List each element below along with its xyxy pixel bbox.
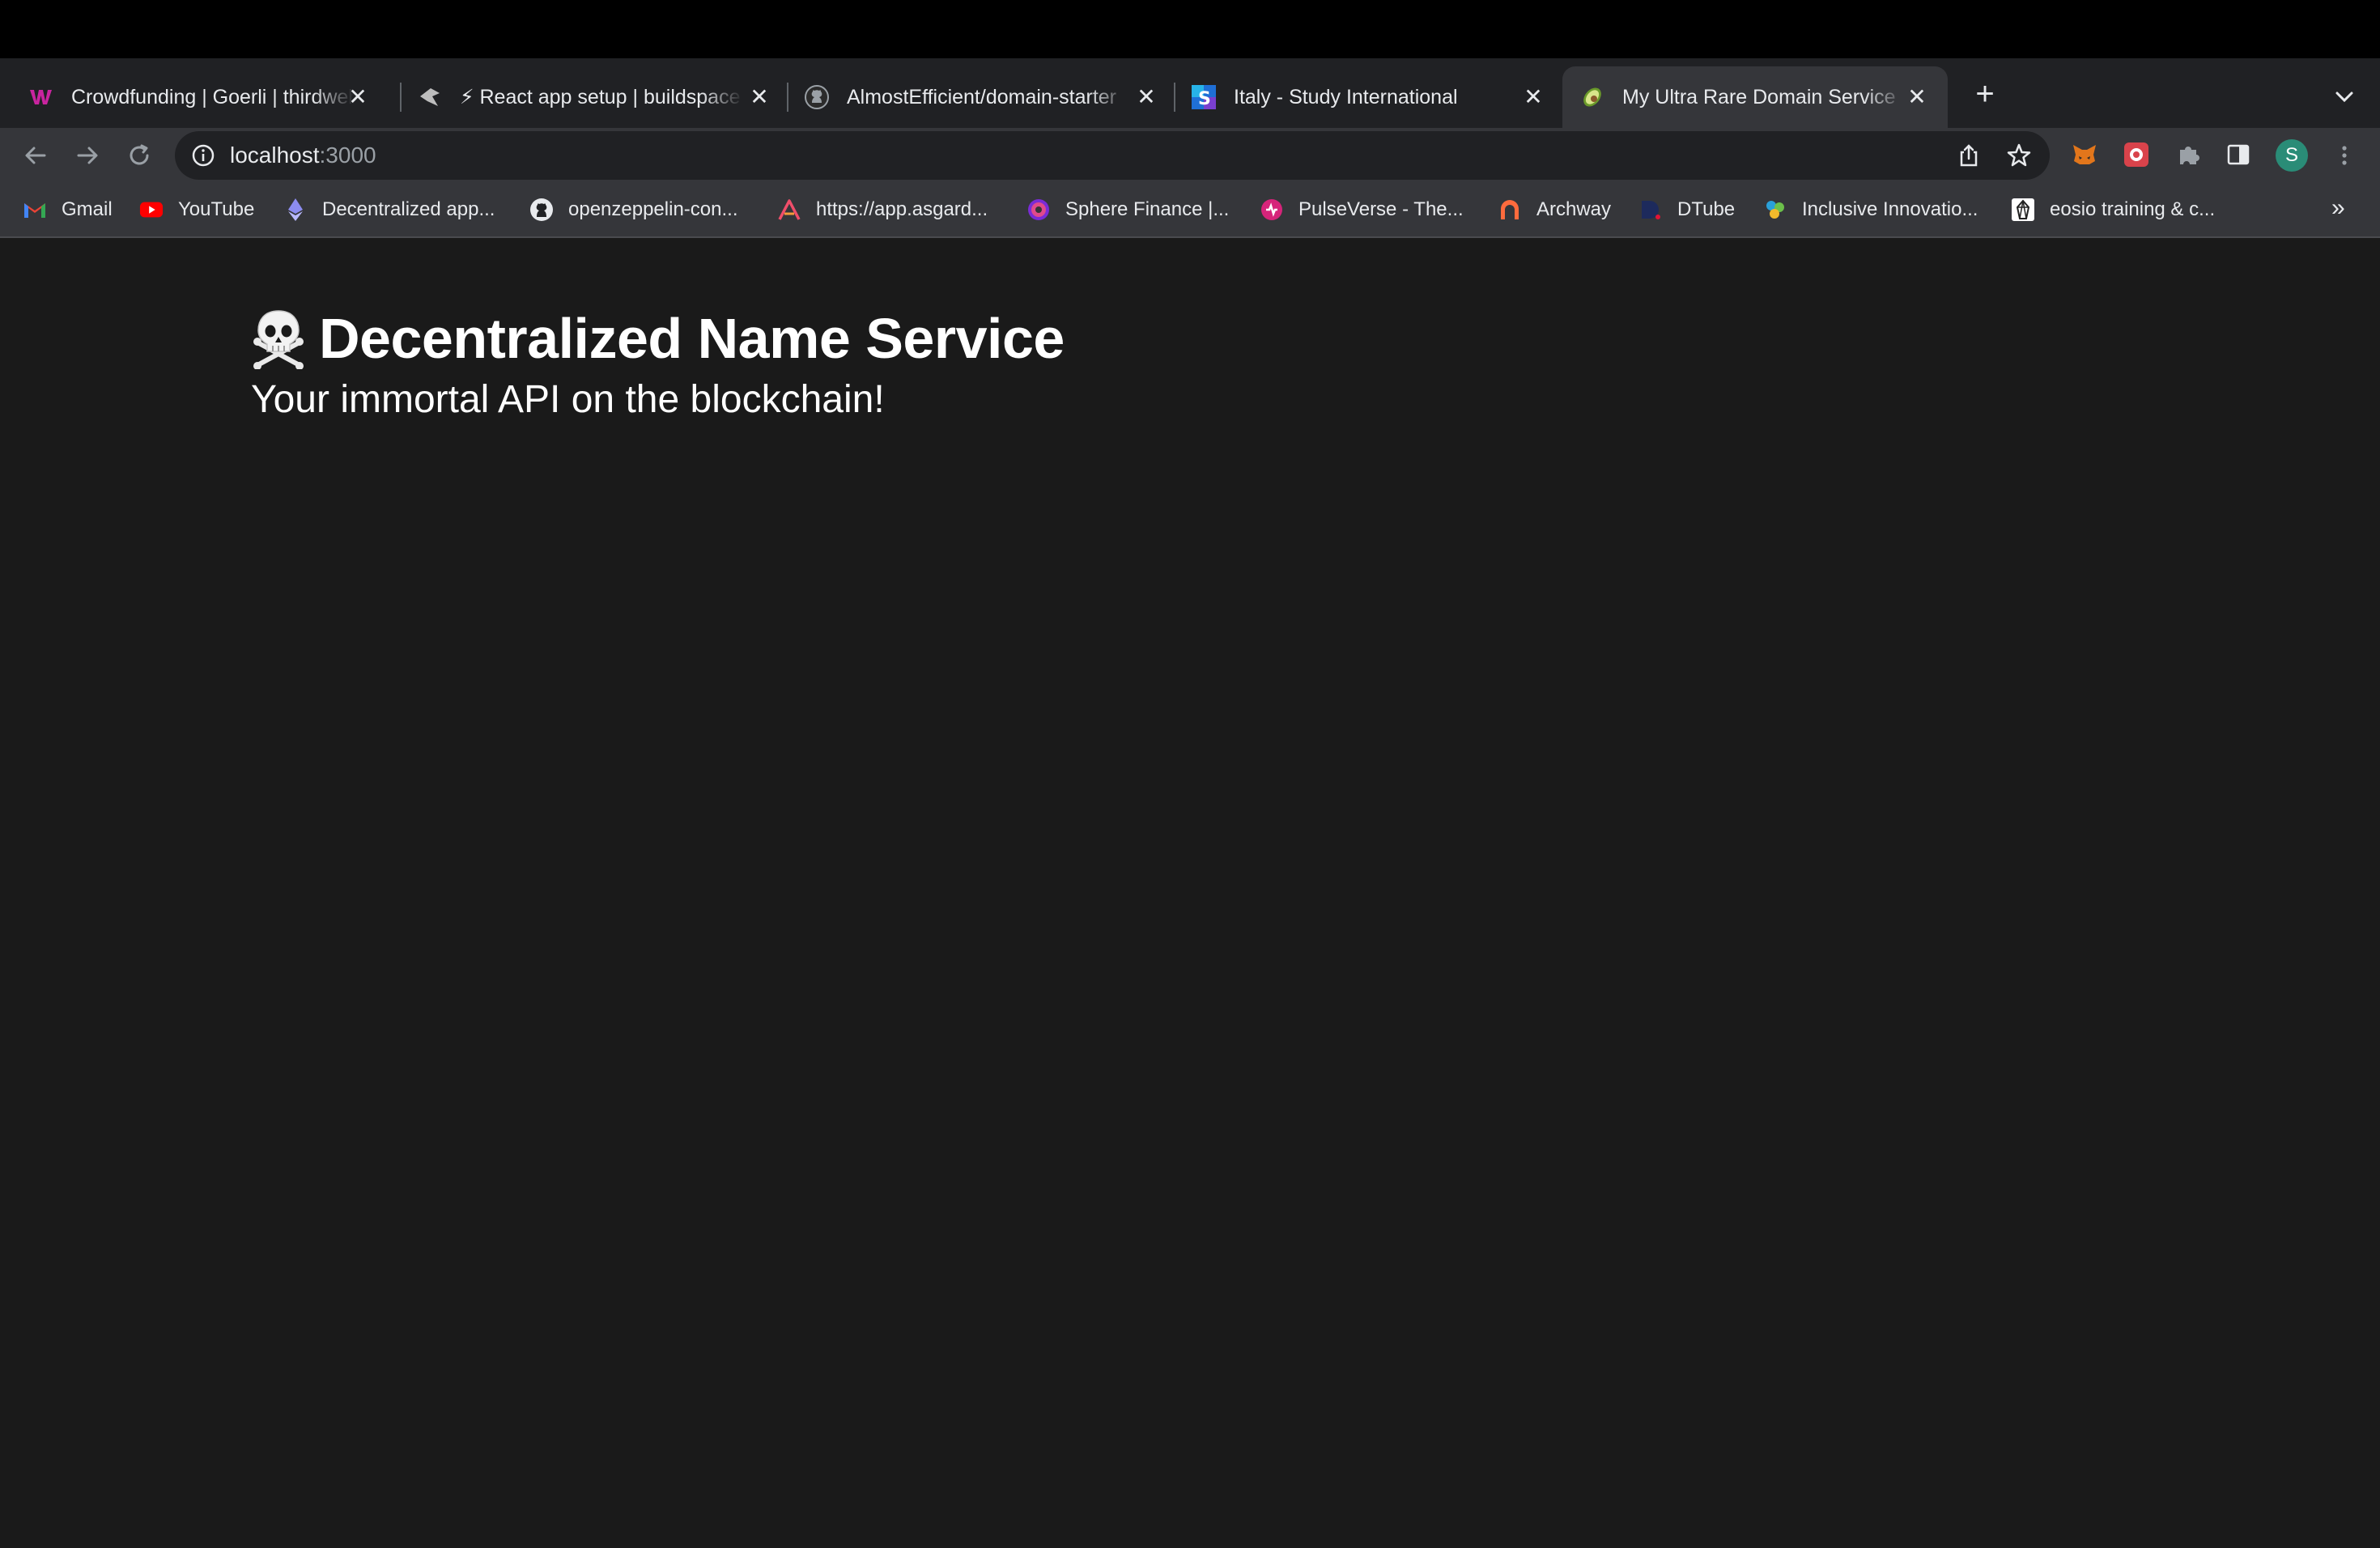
profile-avatar[interactable]: S (2276, 139, 2308, 172)
gmail-icon (23, 198, 47, 222)
bookmark-openzeppelin[interactable]: openzeppelin-con... (529, 194, 737, 225)
bookmark-pulseverse[interactable]: PulseVerse - The... (1260, 194, 1464, 225)
tab-title: My Ultra Rare Domain Service (1622, 85, 1896, 108)
bookmark-decentralized-app[interactable]: Decentralized app... (283, 194, 495, 225)
sphere-icon (1026, 198, 1051, 222)
bookmark-eosio[interactable]: eosio training & c... (2011, 194, 2215, 225)
tab-italy-study[interactable]: S Italy - Study International ✕ (1177, 66, 1564, 128)
tab-search-chevron-icon[interactable] (2330, 83, 2359, 112)
pulseverse-icon (1260, 198, 1284, 222)
bookmark-star-icon[interactable] (2006, 142, 2032, 168)
bookmark-inclusive-innovation[interactable]: Inclusive Innovatio... (1763, 194, 1978, 225)
tab-separator (400, 83, 402, 112)
tab-github-domain-starter[interactable]: AlmostEfficient/domain-starter ✕ (790, 66, 1177, 128)
site-info-icon[interactable] (191, 143, 215, 168)
tab-separator (1174, 83, 1175, 112)
bookmark-archway[interactable]: Archway (1498, 194, 1611, 225)
bookmark-asgard[interactable]: https://app.asgard... (777, 194, 988, 225)
study-international-icon: S (1192, 85, 1216, 109)
bookmarks-bar: Gmail YouTube Decentralized app... openz… (0, 183, 2380, 238)
system-top-bar (0, 0, 2380, 58)
bookmark-label: Sphere Finance |... (1065, 198, 1230, 220)
close-icon[interactable]: ✕ (1520, 84, 1546, 110)
bookmark-label: Decentralized app... (322, 198, 495, 220)
forward-arrow-icon[interactable] (71, 139, 104, 172)
github-icon (529, 198, 554, 222)
bookmark-dtube[interactable]: DTube (1638, 194, 1735, 225)
side-panel-icon[interactable] (2223, 139, 2254, 170)
bookmark-label: YouTube (178, 198, 255, 220)
tab-title: AlmostEfficient/domain-starter (847, 85, 1116, 108)
close-icon[interactable]: ✕ (345, 84, 371, 110)
url-port: :3000 (319, 142, 376, 168)
extensions-puzzle-icon[interactable] (2173, 139, 2204, 170)
svg-text:S: S (1198, 89, 1211, 109)
tab-react-setup[interactable]: ⚡ React app setup | buildspace ✕ (403, 66, 790, 128)
bookmark-label: Inclusive Innovatio... (1802, 198, 1978, 220)
reload-icon[interactable] (123, 139, 155, 172)
tab-title: Italy - Study International (1234, 85, 1458, 108)
address-bar[interactable]: localhost:3000 (175, 131, 2050, 180)
bookmark-sphere-finance[interactable]: Sphere Finance |... (1026, 194, 1229, 225)
bookmark-label: Gmail (62, 198, 113, 220)
share-icon[interactable] (1956, 142, 1982, 168)
more-menu-icon[interactable] (2331, 142, 2357, 168)
archway-icon (1498, 198, 1522, 222)
bookmark-gmail[interactable]: Gmail (23, 194, 113, 225)
inclusive-icon (1763, 198, 1787, 222)
close-icon[interactable]: ✕ (1904, 84, 1930, 110)
bookmark-label: openzeppelin-con... (568, 198, 738, 220)
back-arrow-icon[interactable] (19, 139, 52, 172)
tab-title: ⚡ React app setup | buildspace (460, 86, 741, 108)
github-icon (805, 85, 829, 109)
ethereum-icon (283, 198, 308, 222)
bookmarks-overflow-chevron[interactable]: » (2331, 194, 2345, 222)
close-icon[interactable]: ✕ (746, 84, 772, 110)
bookmark-label: eosio training & c... (2050, 198, 2216, 220)
red-extension-icon[interactable] (2121, 139, 2152, 170)
bookmark-label: PulseVerse - The... (1298, 198, 1464, 220)
asgard-icon (777, 198, 801, 222)
youtube-icon (139, 198, 164, 222)
tab-separator (787, 83, 788, 112)
eosio-icon (2011, 198, 2035, 222)
tab-crowdfunding[interactable]: Crowdfunding | Goerli | thirdweb ✕ (0, 66, 389, 128)
skull-crossbones-icon (248, 308, 309, 370)
page-heading: Decentralized Name Service (248, 306, 1065, 371)
new-tab-button[interactable]: + (1969, 78, 2001, 110)
metamask-icon[interactable] (2069, 139, 2100, 170)
bookmark-youtube[interactable]: YouTube (139, 194, 254, 225)
bookmark-label: DTube (1677, 198, 1736, 220)
toolbar: localhost:3000 (0, 128, 2380, 183)
thirdweb-icon (29, 85, 53, 109)
url-host: localhost (230, 142, 320, 168)
close-icon[interactable]: ✕ (1133, 84, 1159, 110)
page-content: Decentralized Name Service Your immortal… (0, 238, 2380, 1548)
bookmark-label: https://app.asgard... (816, 198, 988, 220)
page-title: Decentralized Name Service (319, 307, 1065, 370)
url-text[interactable]: localhost:3000 (230, 142, 376, 168)
tab-strip: Crowdfunding | Goerli | thirdweb ✕ ⚡ Rea… (0, 58, 2380, 128)
tab-ultra-rare-domain[interactable]: My Ultra Rare Domain Service ✕ (1562, 66, 1948, 128)
bookmark-label: Archway (1536, 198, 1612, 220)
page-subtitle: Your immortal API on the blockchain! (251, 378, 885, 421)
dtube-icon (1638, 198, 1663, 222)
tab-title: Crowdfunding | Goerli | thirdweb (71, 85, 355, 108)
avocado-icon (1580, 85, 1604, 109)
buildspace-icon (418, 85, 442, 109)
